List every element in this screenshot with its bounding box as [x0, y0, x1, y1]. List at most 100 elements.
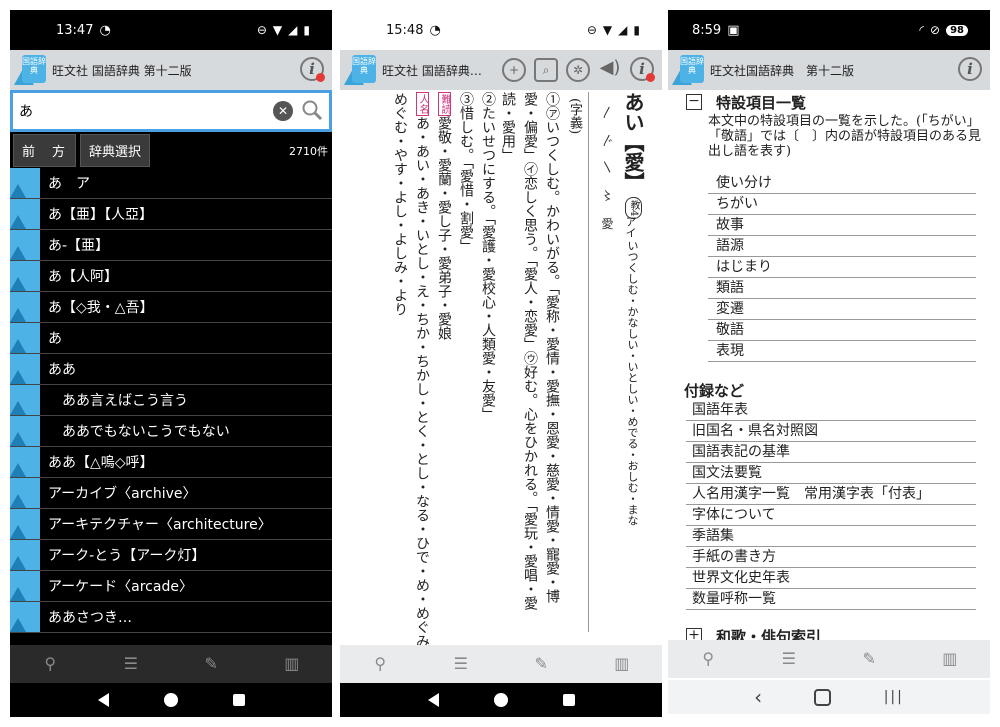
special-item[interactable]: 表現 — [708, 341, 976, 362]
appendix-list: 国語年表 旧国名・県名対照図 国語表記の基準 国文法要覧 人名用漢字一覧 常用漢字表「付… — [686, 400, 976, 610]
clear-icon[interactable]: ✕ — [273, 101, 293, 121]
special-item[interactable]: はじまり — [708, 257, 976, 278]
home-icon[interactable] — [814, 688, 832, 706]
list-icon[interactable]: ☰ — [452, 655, 470, 673]
back-icon[interactable] — [97, 693, 109, 707]
result-row[interactable]: あ — [10, 323, 332, 354]
search-icon[interactable]: ⚲ — [699, 650, 717, 668]
meaning-3: ③惜しむ。「愛惜・割愛」 — [458, 92, 474, 253]
result-row[interactable]: あ【⼈阿】 — [10, 261, 332, 292]
search-input[interactable] — [13, 102, 261, 120]
entry-heading: あい【愛】 教4 — [619, 92, 648, 220]
appendix-item[interactable]: 国語年表 — [686, 400, 976, 421]
back-icon[interactable]: ‹ — [754, 687, 762, 707]
list-icon[interactable]: ☰ — [780, 650, 798, 668]
appendix-item[interactable]: 人名用漢字一覧 常用漢字表「付表」 — [686, 484, 976, 505]
appendix-item[interactable]: 国文法要覧 — [686, 463, 976, 484]
appendix-item[interactable]: 旧国名・県名対照図 — [686, 421, 976, 442]
notification-dot — [316, 73, 325, 82]
result-row[interactable]: ああでもないこうでもない — [10, 416, 332, 447]
jinmei-tag: 人名 — [416, 92, 429, 116]
result-row[interactable]: アーケード〈arcade〉 — [10, 571, 332, 602]
appendix-item[interactable]: 世界文化史年表 — [686, 568, 976, 589]
gear-icon[interactable]: ✲ — [566, 58, 590, 82]
books-icon[interactable]: ▥ — [283, 655, 301, 673]
entry-thumbnail-icon — [10, 540, 40, 570]
section-title: 特設項目一覧 — [716, 93, 807, 112]
home-icon[interactable] — [163, 693, 178, 707]
info-button[interactable]: i — [958, 57, 982, 81]
prefix-match-button[interactable]: 前 方 — [13, 133, 77, 167]
result-row[interactable]: ああさつき… — [10, 602, 332, 633]
list-icon[interactable]: ☰ — [122, 655, 140, 673]
home-icon[interactable] — [493, 693, 508, 707]
search-in-page-icon[interactable]: ⌕ — [534, 58, 558, 82]
search-icon[interactable] — [301, 99, 323, 121]
entry-toolbar: + ⌕ ✲ ◀) — [502, 58, 622, 82]
add-bookmark-icon[interactable]: + — [502, 58, 526, 82]
status-time: 8:59 — [692, 22, 722, 38]
result-text: あ-【亜】 — [48, 238, 110, 254]
special-words: 愛敬・愛蘭・愛し子・愛弟子・愛娘 — [436, 116, 452, 340]
result-row[interactable]: あ ア — [10, 168, 332, 199]
nandoku-tag: 難読 — [438, 92, 451, 116]
appendix-item[interactable]: 国語表記の基準 — [686, 442, 976, 463]
wifi-off-icon: ◜ — [919, 23, 925, 37]
result-row[interactable]: アーク-とう【アーク灯】 — [10, 540, 332, 571]
entry-body: あい【愛】 教4 アイ いつくしむ・かなしい・いとしい・めでる・おしむ・まな 〳… — [340, 92, 662, 662]
entry-thumbnail-icon — [10, 478, 40, 508]
entry-thumbnail-icon — [10, 571, 40, 601]
books-icon[interactable]: ▥ — [613, 655, 631, 673]
info-button[interactable]: i — [300, 57, 325, 82]
result-text: あ ア — [48, 176, 90, 192]
brush-icon[interactable]: ✎ — [860, 650, 878, 668]
meaning-1b: 愛・偏愛」㋑恋しく思う。「愛人・恋愛」㋒好む。心をひかれる。「愛玩・愛唱・愛 — [522, 92, 538, 610]
special-item[interactable]: 故事 — [708, 215, 976, 236]
result-row[interactable]: あ-【亜】 — [10, 230, 332, 261]
result-row[interactable]: あ【◇我・△吾】 — [10, 292, 332, 323]
result-row[interactable]: アーキテクチャー〈architecture〉 — [10, 509, 332, 540]
appendix-item[interactable]: 字体について — [686, 505, 976, 526]
app-logo-icon: 国語辞典 — [672, 55, 704, 85]
special-item[interactable]: 語源 — [708, 236, 976, 257]
special-item[interactable]: 変遷 — [708, 299, 976, 320]
entry-thumbnail-icon — [10, 230, 40, 260]
result-row[interactable]: あ【亜】【⼈亞】 — [10, 199, 332, 230]
name-readings-row: 人名あ・あい・あき・いとし・え・ちか・ちかし・とく・とし・なる・ひで・め・めぐみ… — [412, 92, 432, 662]
special-item[interactable]: 類語 — [708, 278, 976, 299]
result-row[interactable]: ああ — [10, 354, 332, 385]
bottom-toolbar: ⚲ ☰ ✎ ▥ — [10, 645, 332, 683]
search-icon[interactable]: ⚲ — [41, 655, 59, 673]
special-item[interactable]: 使い分け — [708, 173, 976, 194]
entry-thumbnail-icon — [10, 602, 40, 632]
special-readings-row: 難読愛敬・愛蘭・愛し子・愛弟子・愛娘 — [434, 92, 454, 340]
dictionary-select-button[interactable]: 辞典選択 — [80, 133, 151, 167]
bottom-toolbar: ⚲ ☰ ✎ ▥ — [668, 640, 990, 678]
result-row[interactable]: アーカイブ〈archive〉 — [10, 478, 332, 509]
speaker-icon[interactable]: ◀) — [598, 58, 622, 82]
result-text: ああ【△嗚◇呼】 — [48, 455, 154, 471]
result-row[interactable]: ああ言えばこう言う — [10, 385, 332, 416]
recents-icon[interactable] — [232, 694, 245, 706]
collapse-icon[interactable]: − — [686, 94, 702, 110]
info-button[interactable]: i — [630, 57, 655, 82]
special-item[interactable]: 敬語 — [708, 320, 976, 341]
result-row[interactable]: ああ【△嗚◇呼】 — [10, 447, 332, 478]
appendix-item[interactable]: 数量呼称一覧 — [686, 589, 976, 610]
brush-icon[interactable]: ✎ — [202, 655, 220, 673]
brush-icon[interactable]: ✎ — [532, 655, 550, 673]
section-special-items[interactable]: − 特設項目一覧 — [668, 90, 990, 114]
appendix-item[interactable]: 季語集 — [686, 526, 976, 547]
meaning-2: ②たいせつにする。「愛護・愛校心・人類愛・友愛」 — [480, 92, 496, 421]
result-text: アーキテクチャー〈architecture〉 — [48, 517, 272, 533]
appendix-item[interactable]: 手紙の書き方 — [686, 547, 976, 568]
recents-icon[interactable] — [562, 694, 575, 706]
recents-icon[interactable]: ||| — [884, 689, 904, 705]
books-icon[interactable]: ▥ — [941, 650, 959, 668]
search-icon[interactable]: ⚲ — [371, 655, 389, 673]
app-title: 旺文社国語辞典 第十二版 — [710, 63, 855, 78]
status-bar: 13:47 ◔ ⊖ ▼ ◢ ▮ — [10, 10, 332, 50]
phone-search-results: 13:47 ◔ ⊖ ▼ ◢ ▮ 国語辞典 旺文社 国語辞典 第十二版 i ✕ 前 方 辞… — [10, 10, 332, 717]
back-icon[interactable] — [427, 693, 439, 707]
special-item[interactable]: ちがい — [708, 194, 976, 215]
